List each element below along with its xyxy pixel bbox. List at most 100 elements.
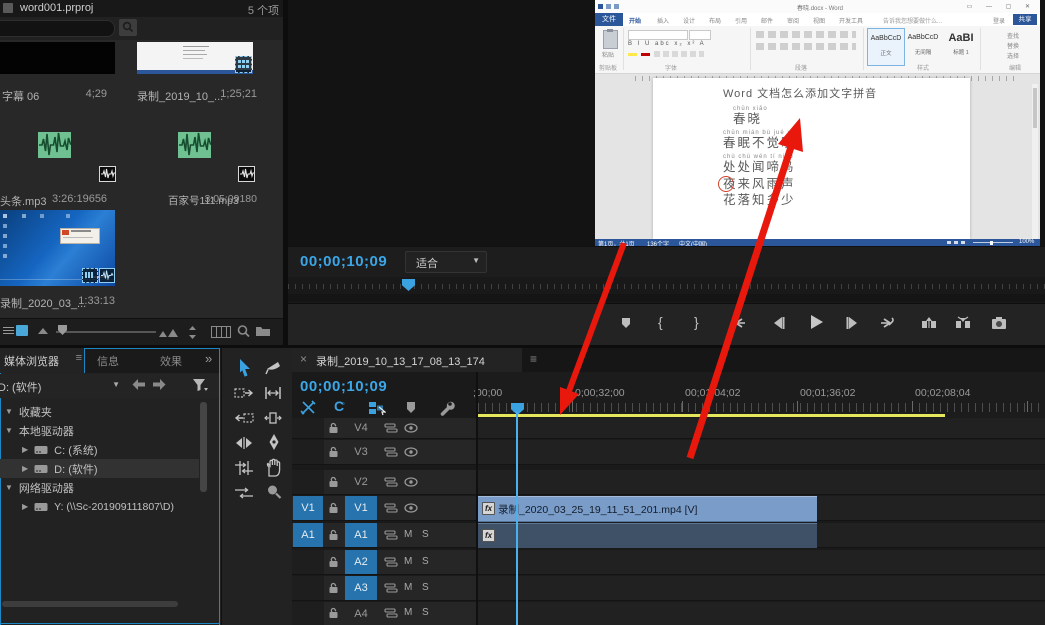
- go-to-in-button[interactable]: [730, 315, 748, 331]
- bin-item-thumbnail[interactable]: [178, 132, 211, 158]
- playhead-line[interactable]: [516, 412, 518, 625]
- mute-button[interactable]: M: [404, 607, 412, 618]
- solo-button[interactable]: S: [422, 607, 429, 618]
- tree-item-favorites[interactable]: ▼ 收藏夹: [0, 402, 199, 421]
- add-marker-button[interactable]: [404, 400, 418, 415]
- nest-sequence-button[interactable]: [368, 400, 386, 416]
- sync-lock-icon[interactable]: [384, 583, 398, 593]
- filmstrip-icon[interactable]: [211, 326, 231, 338]
- word-tab[interactable]: 插入: [657, 16, 669, 25]
- tree-item-drive-c[interactable]: ▶ C: (系统): [0, 440, 199, 459]
- toggle-track-output-icon[interactable]: [404, 477, 418, 487]
- word-tab[interactable]: 布局: [709, 16, 721, 25]
- disclosure-icon[interactable]: ▼: [5, 407, 13, 416]
- style-chip[interactable]: AaBI 标题 1: [943, 28, 979, 64]
- tool-selection[interactable]: [236, 358, 254, 378]
- tool-slide[interactable]: [234, 485, 254, 501]
- word-tab[interactable]: 审阅: [787, 16, 799, 25]
- paste-icon[interactable]: [603, 29, 618, 49]
- style-chip[interactable]: AaBbCcD 正文: [867, 28, 905, 66]
- word-file-tab[interactable]: 文件: [595, 13, 623, 26]
- list-view-button[interactable]: [3, 327, 14, 336]
- track-name[interactable]: V1: [345, 496, 377, 520]
- word-tab[interactable]: 引用: [735, 16, 747, 25]
- sync-lock-icon[interactable]: [384, 477, 398, 487]
- word-zoom-level[interactable]: 100%: [1019, 239, 1034, 245]
- track-name[interactable]: A2: [345, 550, 377, 574]
- search-input[interactable]: [0, 20, 115, 37]
- bin-item-thumbnail[interactable]: [38, 132, 71, 158]
- track-name[interactable]: A1: [345, 523, 377, 547]
- lock-icon[interactable]: [328, 446, 339, 458]
- horizontal-scrollbar[interactable]: [2, 601, 178, 607]
- close-tab-icon[interactable]: ×: [300, 352, 307, 366]
- track-name[interactable]: A3: [345, 576, 377, 600]
- word-signin[interactable]: 登录: [993, 16, 1005, 25]
- play-button[interactable]: [807, 313, 825, 331]
- word-tab[interactable]: 视图: [813, 16, 825, 25]
- tree-item-drive-d[interactable]: ▶ D: (软件): [0, 459, 199, 478]
- export-frame-button[interactable]: [990, 315, 1008, 331]
- tab-overflow-icon[interactable]: »: [205, 351, 212, 366]
- edit-find[interactable]: 查找: [1007, 31, 1019, 40]
- lift-button[interactable]: [920, 315, 938, 331]
- lock-icon[interactable]: [328, 422, 339, 434]
- word-tab[interactable]: 开发工具: [839, 16, 863, 25]
- linked-selection-button[interactable]: C◦: [334, 398, 347, 414]
- timeline-timecode[interactable]: 00;00;10;09: [300, 378, 387, 395]
- lock-icon[interactable]: [328, 582, 339, 594]
- sync-lock-icon[interactable]: [384, 423, 398, 433]
- edit-select[interactable]: 选择: [1007, 51, 1019, 60]
- filter-button[interactable]: [191, 377, 209, 393]
- word-share-button[interactable]: 共享: [1013, 14, 1037, 25]
- tool-slip[interactable]: [234, 460, 254, 476]
- extract-button[interactable]: [954, 315, 972, 331]
- font-name-box[interactable]: [628, 30, 688, 40]
- work-area-bar[interactable]: [478, 414, 945, 417]
- timeline-settings-button[interactable]: [438, 399, 455, 416]
- disclosure-icon[interactable]: ▼: [5, 426, 13, 435]
- sync-lock-icon[interactable]: [384, 557, 398, 567]
- word-tab[interactable]: 开始: [629, 16, 641, 25]
- lock-icon[interactable]: [328, 556, 339, 568]
- search-button[interactable]: [119, 19, 137, 36]
- tool-track-select-forward[interactable]: [234, 385, 254, 401]
- fx-badge[interactable]: fx: [482, 502, 495, 515]
- lock-icon[interactable]: [328, 607, 339, 619]
- add-marker-button[interactable]: [618, 315, 634, 331]
- monitor-timecode[interactable]: 00;00;10;09: [300, 253, 387, 270]
- tool-rate-stretch[interactable]: [234, 435, 254, 451]
- tool-pen[interactable]: [266, 433, 282, 453]
- sort-icon[interactable]: [38, 328, 48, 334]
- tool-razor[interactable]: [264, 359, 282, 377]
- video-clip[interactable]: fx 录制_2020_03_25_19_11_51_201.mp4 [V]: [478, 496, 817, 522]
- window-controls[interactable]: ▭ — ▢ ✕: [967, 3, 1036, 10]
- mark-in-button[interactable]: {: [658, 314, 663, 330]
- sync-lock-icon[interactable]: [384, 530, 398, 540]
- toggle-track-output-icon[interactable]: [404, 423, 418, 433]
- tell-me-box[interactable]: 告诉我您想要做什么...: [883, 16, 942, 25]
- tab-info[interactable]: 信息: [97, 353, 119, 369]
- source-patch-a1[interactable]: A1: [293, 523, 323, 547]
- style-chip[interactable]: AaBbCcD 无间隔: [905, 28, 941, 64]
- bin-item-thumbnail[interactable]: [137, 42, 253, 74]
- tool-hand[interactable]: [265, 458, 282, 477]
- mark-out-button[interactable]: }: [694, 314, 699, 330]
- word-scrollbar[interactable]: [1032, 84, 1038, 239]
- tool-rolling-edit[interactable]: [264, 410, 282, 426]
- lock-icon[interactable]: [328, 502, 339, 514]
- go-to-out-button[interactable]: [878, 315, 896, 331]
- bin-item-name[interactable]: 字幕 06: [2, 88, 39, 104]
- sync-lock-icon[interactable]: [384, 447, 398, 457]
- tab-media-browser[interactable]: 媒体浏览器 ≡: [0, 348, 84, 373]
- zoom-slider-thumb[interactable]: [58, 325, 67, 335]
- solo-button[interactable]: S: [422, 529, 429, 540]
- disclosure-icon[interactable]: ▶: [22, 445, 28, 454]
- fx-badge[interactable]: fx: [482, 529, 495, 542]
- bin-item-name[interactable]: 头条.mp3: [0, 193, 46, 209]
- disclosure-icon[interactable]: ▶: [22, 502, 28, 511]
- sync-lock-icon[interactable]: [384, 503, 398, 513]
- back-button[interactable]: [132, 379, 146, 390]
- fit-dropdown[interactable]: 适合 ▼: [405, 251, 487, 273]
- disclosure-icon[interactable]: ▼: [5, 483, 13, 492]
